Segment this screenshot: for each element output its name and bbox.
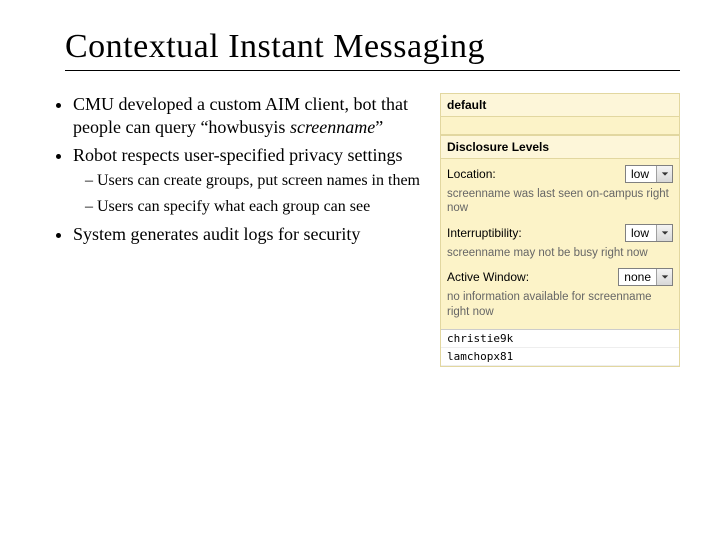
disclosure-header: Disclosure Levels: [441, 135, 679, 159]
bullet-2: Robot respects user-specified privacy se…: [73, 144, 422, 217]
bullet-1: CMU developed a custom AIM client, bot t…: [73, 93, 422, 138]
buddy-list: christie9k lamchopx81: [441, 329, 679, 366]
bullet-2-2: Users can specify what each group can se…: [85, 197, 422, 217]
settings-panel: default Disclosure Levels Location: low …: [440, 93, 680, 367]
location-note: screenname was last seen on-campus right…: [447, 187, 673, 216]
active-window-select[interactable]: none: [618, 268, 673, 286]
interrupt-note: screenname may not be busy right now: [447, 246, 673, 260]
buddy-item[interactable]: lamchopx81: [441, 348, 679, 366]
location-label: Location:: [447, 167, 619, 181]
chevron-down-icon: [656, 225, 672, 241]
active-window-note: no information available for screenname …: [447, 290, 673, 319]
interrupt-label: Interruptibility:: [447, 226, 619, 240]
chevron-down-icon: [656, 269, 672, 285]
group-header: default: [441, 94, 679, 117]
location-select[interactable]: low: [625, 165, 673, 183]
bullet-2-1: Users can create groups, put screen name…: [85, 171, 422, 191]
interrupt-select[interactable]: low: [625, 224, 673, 242]
chevron-down-icon: [656, 166, 672, 182]
bullet-3: System generates audit logs for security: [73, 223, 422, 246]
buddy-item[interactable]: christie9k: [441, 330, 679, 348]
bullet-column: CMU developed a custom AIM client, bot t…: [55, 93, 422, 367]
active-window-label: Active Window:: [447, 270, 612, 284]
slide-title: Contextual Instant Messaging: [65, 28, 680, 71]
